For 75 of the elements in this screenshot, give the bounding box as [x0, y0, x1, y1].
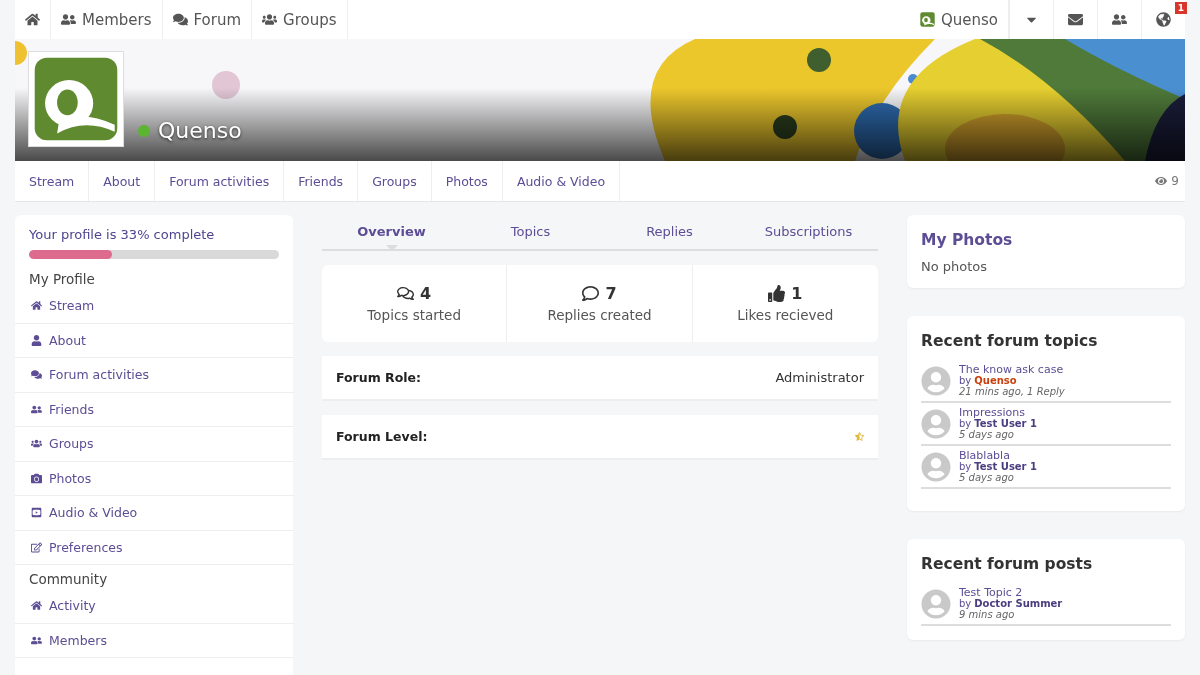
- card-title: Recent forum posts: [921, 555, 1094, 573]
- group-icon: [262, 12, 278, 27]
- stat-value: 1: [791, 284, 803, 303]
- sidebar-item[interactable]: Activity: [15, 589, 293, 624]
- stat-value: 7: [605, 284, 617, 303]
- post-time: 21 mins ago, 1 Reply: [959, 386, 1065, 397]
- notification-badge: 1: [1174, 2, 1187, 14]
- author-link[interactable]: Test User 1: [974, 418, 1037, 429]
- by-text: by: [959, 418, 972, 429]
- section-title: My Profile: [28, 270, 96, 289]
- play-icon: [31, 507, 42, 519]
- avatar-icon: [921, 588, 951, 619]
- camera-icon: [31, 472, 42, 484]
- home-icon: [31, 600, 42, 612]
- completion-text: Your profile is 33% complete: [28, 227, 216, 242]
- edit-icon: [31, 541, 42, 553]
- sidebar-item[interactable]: Forum activities: [15, 358, 293, 393]
- card-title: Recent forum topics: [921, 332, 1099, 350]
- user-icon: [31, 334, 42, 346]
- chat-icon: [172, 12, 188, 27]
- group-icon: [31, 438, 42, 450]
- author-link[interactable]: Doctor Summer: [974, 598, 1063, 609]
- by-text: by: [959, 598, 972, 609]
- avatar-icon: [921, 408, 951, 439]
- sidebar-item[interactable]: Members: [15, 623, 293, 658]
- home-icon: [31, 300, 42, 312]
- topic-link[interactable]: The know ask case: [959, 364, 1065, 375]
- avatar-icon: [921, 451, 951, 482]
- empty-text: No photos: [921, 259, 989, 274]
- author-link[interactable]: Test User 1: [974, 461, 1037, 472]
- sidebar-item[interactable]: Photos: [15, 461, 293, 496]
- by-text: by: [959, 375, 972, 386]
- topic-link[interactable]: Impressions: [959, 407, 1037, 418]
- sidebar-item[interactable]: Groups: [15, 427, 293, 462]
- avatar-icon: [921, 365, 951, 396]
- by-text: by: [959, 461, 972, 472]
- info-value: Administrator: [775, 370, 864, 385]
- card-title: My Photos: [921, 231, 1014, 249]
- globe-icon: [1156, 12, 1171, 27]
- view-count: 9: [1155, 161, 1185, 201]
- users-icon: [1112, 12, 1127, 27]
- author-link[interactable]: Quenso: [974, 375, 1017, 386]
- envelope-icon: [1068, 12, 1083, 27]
- stat-label: Likes recieved: [737, 307, 834, 323]
- logo-icon: [919, 12, 935, 27]
- post-time: 5 days ago: [959, 472, 1015, 483]
- chat-icon: [31, 369, 42, 381]
- star-icon: [855, 432, 864, 441]
- forum-tab[interactable]: Subscriptions: [739, 221, 878, 249]
- sidebar-item[interactable]: Stream: [15, 289, 293, 324]
- post-time: 9 mins ago: [959, 609, 1016, 620]
- forum-tab[interactable]: Replies: [600, 221, 739, 249]
- topic-link[interactable]: Test Topic 2: [959, 587, 1063, 598]
- post-time: 5 days ago: [959, 429, 1015, 440]
- home-icon: [25, 12, 40, 27]
- comment-icon: [582, 285, 600, 302]
- eye-icon: [1155, 175, 1168, 187]
- stat-label: Replies created: [547, 307, 652, 323]
- topic-link[interactable]: Blablabla: [959, 450, 1037, 461]
- section-title: Community: [28, 570, 109, 589]
- stat-label: Topics started: [367, 307, 461, 323]
- sidebar-item[interactable]: Audio & Video: [15, 496, 293, 531]
- comments-icon: [397, 285, 415, 302]
- sidebar-item[interactable]: About: [15, 323, 293, 358]
- users-icon: [31, 634, 42, 646]
- users-icon: [61, 12, 76, 27]
- users-icon: [31, 403, 42, 415]
- forum-tab[interactable]: Topics: [461, 221, 600, 249]
- sidebar-item[interactable]: Friends: [15, 392, 293, 427]
- profile-name: Quenso: [158, 118, 242, 143]
- info-label: Forum Role:: [336, 370, 422, 385]
- info-label: Forum Level:: [336, 429, 428, 444]
- stat-value: 4: [420, 284, 432, 303]
- thumbs-up-icon: [768, 285, 786, 302]
- sidebar-item[interactable]: Preferences: [15, 530, 293, 565]
